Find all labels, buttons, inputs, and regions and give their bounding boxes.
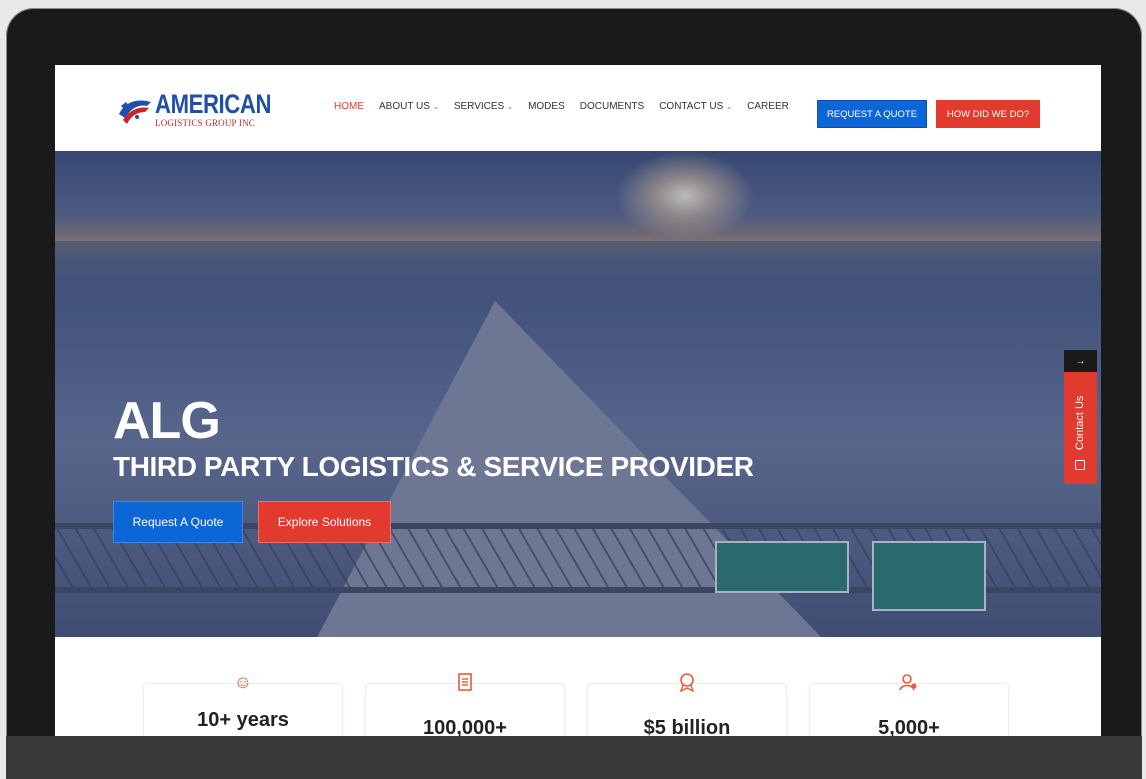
hero-title: ALG — [113, 392, 221, 450]
nav-item-services-label: SERVICES — [453, 101, 505, 112]
chevron-down-icon: ⌄ — [507, 104, 514, 111]
stat-value-billion: $5 billion — [643, 717, 731, 736]
stat-value-years: 10+ years — [197, 709, 289, 731]
stat-value-customers: 5,000+ — [878, 717, 940, 736]
browser-screen: AMERICAN LOGISTICS GROUP INC HOME ABOUT … — [55, 65, 1101, 736]
logo-subtitle: LOGISTICS GROUP INC — [155, 118, 255, 128]
nav-item-home[interactable]: HOME — [334, 101, 364, 112]
hero-subtitle: THIRD PARTY LOGISTICS & SERVICE PROVIDER — [113, 451, 754, 482]
feedback-button[interactable]: HOW DID WE DO? — [936, 100, 1040, 128]
logo-title: AMERICAN — [155, 89, 272, 119]
nav-item-career[interactable]: CAREER — [747, 101, 789, 112]
hero-request-quote-button[interactable]: Request A Quote — [113, 501, 243, 543]
nav-item-about-label: ABOUT US — [379, 101, 430, 112]
document-icon — [454, 671, 476, 693]
nav-item-services[interactable]: SERVICES ⌄ — [454, 101, 513, 112]
explore-solutions-button[interactable]: Explore Solutions — [258, 501, 391, 543]
nav-item-modes[interactable]: MODES — [528, 101, 565, 112]
award-icon — [676, 671, 698, 693]
eagle-logo-icon — [119, 100, 151, 124]
request-quote-button[interactable]: REQUEST A QUOTE — [817, 100, 927, 128]
contact-us-tab[interactable]: → Contact Us — [1064, 350, 1097, 484]
users-icon — [898, 671, 920, 693]
nav-item-about[interactable]: ABOUT US ⌄ — [379, 101, 439, 112]
nav-item-contact-label: CONTACT US — [659, 101, 724, 112]
mail-icon — [1075, 460, 1085, 470]
stats-section: ☺ 10+ years 100,000+ $5 billion 5,000+ — [55, 637, 1101, 736]
arrow-right-icon[interactable]: → — [1064, 350, 1097, 372]
contact-tab-label: Contact Us — [1074, 395, 1086, 450]
laptop-base — [6, 736, 1142, 779]
chevron-down-icon: ⌄ — [432, 104, 439, 111]
nav-item-documents[interactable]: DOCUMENTS — [580, 101, 644, 112]
stat-value-shipments: 100,000+ — [423, 717, 507, 736]
nav-item-contact[interactable]: CONTACT US ⌄ — [659, 101, 732, 112]
smile-icon: ☺ — [233, 671, 253, 692]
hero-banner: ALG THIRD PARTY LOGISTICS & SERVICE PROV… — [55, 151, 1101, 637]
site-logo[interactable]: AMERICAN LOGISTICS GROUP INC — [117, 91, 297, 128]
chevron-down-icon: ⌄ — [726, 104, 733, 111]
main-nav: HOME ABOUT US ⌄ SERVICES ⌄ MODES DOCUMENTS… — [334, 101, 804, 112]
site-header: AMERICAN LOGISTICS GROUP INC HOME ABOUT … — [55, 65, 1101, 151]
